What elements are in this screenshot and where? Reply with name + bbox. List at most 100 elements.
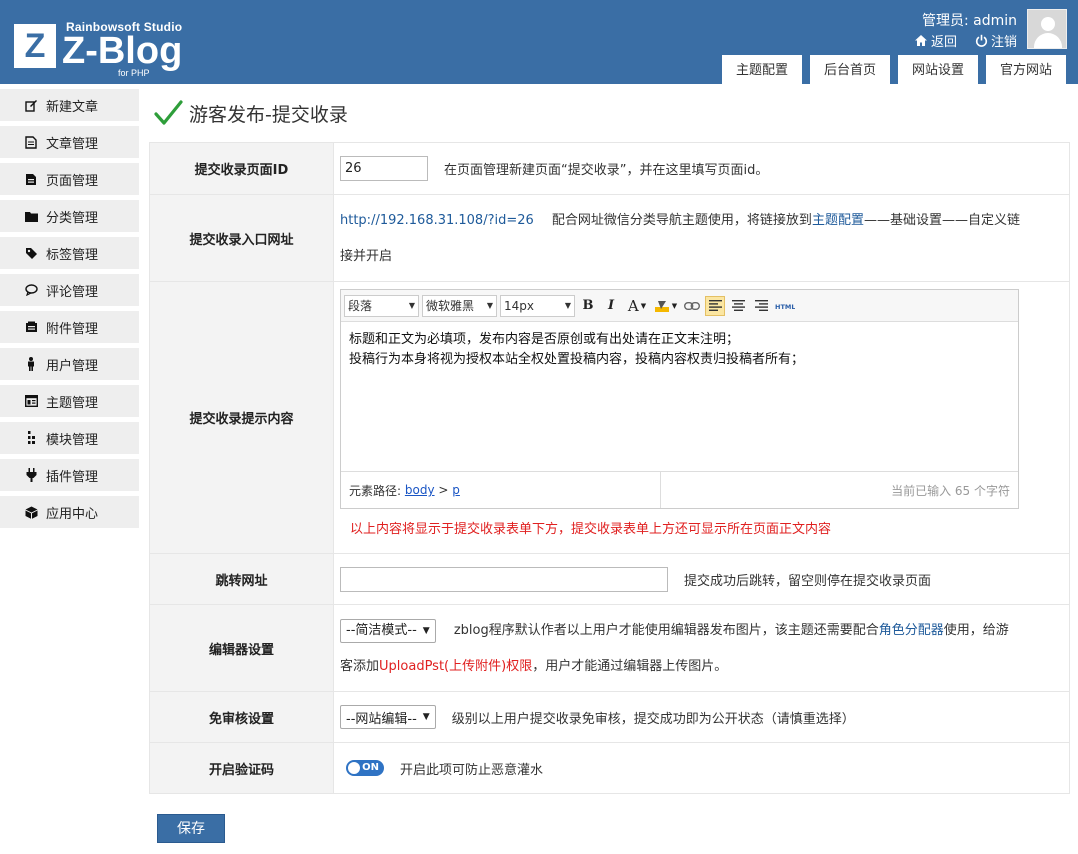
editor-content-area[interactable]: 标题和正文为必填项，发布内容是否原创或有出处请在正文末注明； 投稿行为本身将视为…: [341, 322, 1018, 472]
sidebar-item-article-manage[interactable]: 文章管理: [0, 126, 139, 158]
font-size-value: 14px: [504, 298, 534, 313]
avatar-head-shape: [1041, 17, 1055, 31]
tab-site-settings[interactable]: 网站设置: [897, 55, 978, 84]
form-row-captcha: 开启验证码 ON 开启此项可防止恶意灌水: [150, 743, 1069, 794]
link-button[interactable]: [682, 296, 702, 316]
review-level-select[interactable]: --网站编辑-- ▼: [340, 705, 436, 729]
sidebar-item-tag-manage[interactable]: 标签管理: [0, 237, 139, 269]
editor-line: 标题和正文为必填项，发布内容是否原创或有出处请在正文末注明；: [349, 332, 740, 347]
checkmark-icon: [154, 100, 183, 125]
toggle-knob: [348, 762, 360, 774]
editor-note-c: 客添加: [340, 659, 380, 674]
file-list-icon: [24, 135, 38, 149]
chevron-down-icon: ▼: [486, 301, 493, 310]
align-center-icon: [731, 300, 745, 311]
sidebar-item-label: 标签管理: [46, 247, 99, 263]
upload-permission-text: UploadPst(上传附件)权限: [379, 659, 533, 674]
italic-icon: I: [607, 298, 615, 313]
tip-content-hint: 以上内容将显示于提交收录表单下方，提交收录表单上方还可显示所在页面正文内容: [350, 522, 832, 537]
app-center-icon: [24, 505, 38, 519]
redirect-url-input[interactable]: [340, 566, 668, 592]
user-icon: [24, 357, 38, 371]
link-icon: [684, 301, 700, 310]
path-body-link[interactable]: body: [405, 483, 435, 497]
admin-user-label: 管理员: admin: [921, 13, 1017, 29]
html-source-button[interactable]: HTML: [774, 296, 796, 316]
role-assigner-link[interactable]: 角色分配器: [879, 623, 944, 638]
zblog-logo[interactable]: Z Rainbowsoft Studio Z-Blog for PHP: [12, 20, 190, 80]
logout-link[interactable]: 注销: [975, 31, 1017, 50]
sidebar-item-plugin-manage[interactable]: 插件管理: [0, 459, 139, 491]
page-title-text: 游客发布-提交收录: [189, 103, 348, 126]
sidebar-item-attachment-manage[interactable]: 附件管理: [0, 311, 139, 343]
char-count: 当前已输入 65 个字符: [891, 483, 1010, 498]
row-label: 免审核设置: [150, 692, 334, 742]
sidebar-item-new-article[interactable]: 新建文章: [0, 89, 139, 121]
page-icon: [24, 172, 38, 186]
home-icon: [914, 35, 927, 46]
sidebar-item-label: 分类管理: [46, 210, 99, 226]
sidebar-item-user-manage[interactable]: 用户管理: [0, 348, 139, 380]
tab-theme-config[interactable]: 主题配置: [721, 55, 802, 84]
entry-url-link[interactable]: http://192.168.31.108/?id=26: [340, 213, 534, 228]
tab-admin-home[interactable]: 后台首页: [809, 55, 890, 84]
align-left-icon: [708, 300, 722, 311]
avatar[interactable]: [1027, 9, 1067, 49]
highlight-button[interactable]: ▼: [653, 296, 679, 316]
chevron-down-icon: ▼: [422, 626, 430, 636]
svg-text:HTML: HTML: [775, 303, 795, 310]
font-size-select[interactable]: 14px ▼: [500, 294, 575, 317]
align-right-button[interactable]: [751, 296, 771, 316]
theme-config-link[interactable]: 主题配置: [812, 213, 864, 228]
editor-toolbar: 段落 ▼ 微软雅黑 ▼ 14px ▼ B I A ▼ ▼ HTML: [341, 290, 1018, 322]
font-family-value: 微软雅黑: [426, 299, 475, 313]
sidebar-item-theme-manage[interactable]: 主题管理: [0, 385, 139, 417]
save-button[interactable]: 保存: [157, 814, 225, 843]
editor-mode-select[interactable]: --简洁模式-- ▼: [340, 619, 436, 643]
tab-official-site[interactable]: 官方网站: [985, 55, 1066, 84]
redirect-note: 提交成功后跳转，留空则停在提交收录页面: [684, 573, 932, 589]
bold-button[interactable]: B: [578, 296, 598, 316]
captcha-toggle[interactable]: ON: [346, 760, 384, 776]
font-family-select[interactable]: 微软雅黑 ▼: [422, 294, 497, 317]
no-review-note: 级别以上用户提交收录免审核，提交成功即为公开状态（请慎重选择）: [451, 711, 855, 727]
sidebar-item-label: 评论管理: [46, 284, 99, 300]
font-color-button[interactable]: A ▼: [624, 296, 650, 316]
logo-name-text: Z-Blog: [62, 30, 183, 72]
align-center-button[interactable]: [728, 296, 748, 316]
path-p-link[interactable]: p: [452, 483, 460, 497]
italic-button[interactable]: I: [601, 296, 621, 316]
back-link[interactable]: 返回: [914, 31, 957, 50]
edit-icon: [24, 98, 38, 112]
editor-note-b: 使用，给游: [943, 623, 1009, 638]
sidebar-item-app-center[interactable]: 应用中心: [0, 496, 139, 528]
chevron-down-icon: ▼: [640, 301, 647, 310]
paragraph-select[interactable]: 段落 ▼: [344, 294, 419, 317]
row-label: 跳转网址: [150, 554, 334, 604]
sidebar-item-module-manage[interactable]: 模块管理: [0, 422, 139, 454]
top-tabs: 主题配置 后台首页 网站设置 官方网站: [721, 55, 1066, 84]
editor-mode-value: --简洁模式--: [346, 623, 417, 638]
avatar-body-shape: [1034, 33, 1062, 48]
sidebar-item-label: 附件管理: [46, 321, 99, 337]
align-left-button[interactable]: [705, 295, 725, 316]
sidebar-item-label: 主题管理: [46, 395, 99, 411]
entry-url-note-a: 配合网址微信分类导航主题使用，将链接放到: [551, 213, 812, 228]
paragraph-value: 段落: [348, 299, 373, 313]
editor-status-bar: 元素路径: body > p 当前已输入 65 个字符: [341, 471, 1018, 508]
theme-icon: [24, 394, 38, 408]
page-id-input[interactable]: [340, 156, 428, 181]
chevron-down-icon: ▼: [422, 712, 430, 722]
back-link-label: 返回: [930, 35, 957, 50]
attachment-icon: [24, 320, 38, 334]
captcha-note: 开启此项可防止恶意灌水: [400, 762, 544, 778]
sidebar-item-label: 插件管理: [46, 469, 99, 485]
sidebar-item-page-manage[interactable]: 页面管理: [0, 163, 139, 195]
sidebar-item-comment-manage[interactable]: 评论管理: [0, 274, 139, 306]
review-level-value: --网站编辑--: [346, 711, 417, 727]
rich-text-editor: 段落 ▼ 微软雅黑 ▼ 14px ▼ B I A ▼ ▼ HTML 标题和正文为必填项，…: [340, 289, 1019, 509]
entry-url-note-c: 接并开启: [340, 249, 393, 264]
folder-icon: [24, 209, 38, 223]
sidebar-item-category-manage[interactable]: 分类管理: [0, 200, 139, 232]
editor-line: 投稿行为本身将视为授权本站全权处置投稿内容，投稿内容权责归投稿者所有；: [349, 352, 805, 367]
